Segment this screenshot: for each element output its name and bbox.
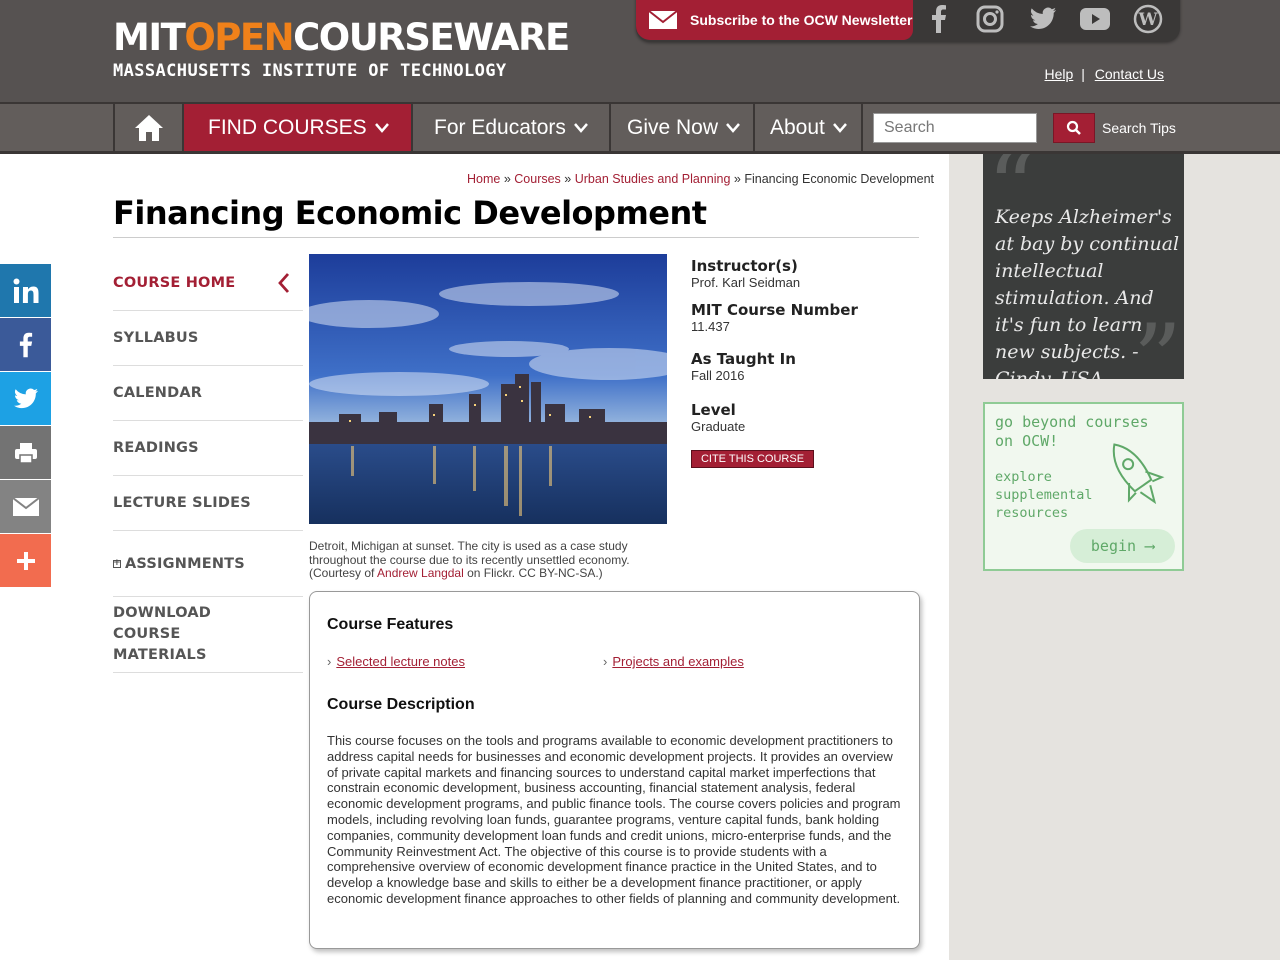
menu-item-assignments[interactable]: + ASSIGNMENTS bbox=[113, 531, 303, 597]
course-menu: COURSE HOME SYLLABUS CALENDAR READINGS L… bbox=[113, 256, 303, 673]
chevron-left-icon bbox=[278, 273, 290, 293]
youtube-icon[interactable] bbox=[1077, 2, 1113, 36]
ocw-logo[interactable]: MITOPENCOURSEWARE bbox=[113, 18, 570, 58]
menu-item-download-materials[interactable]: DOWNLOAD COURSE MATERIALS bbox=[113, 597, 303, 673]
level-label: Level bbox=[691, 401, 736, 419]
wordpress-icon[interactable]: W bbox=[1130, 2, 1166, 36]
email-icon bbox=[12, 497, 39, 516]
nav-about[interactable]: About bbox=[753, 104, 863, 151]
level-value: Graduate bbox=[691, 419, 746, 434]
instructor-label: Instructor(s) bbox=[691, 257, 798, 275]
nav-give-now[interactable]: Give Now bbox=[609, 104, 753, 151]
photographer-link[interactable]: Andrew Langdal bbox=[377, 566, 464, 580]
breadcrumb: Home » Courses » Urban Studies and Plann… bbox=[467, 172, 935, 186]
social-bar: Subscribe to the OCW Newsletter W bbox=[636, 0, 1180, 42]
feature-projects-link[interactable]: Projects and examples bbox=[603, 654, 744, 669]
taught-in-label: As Taught In bbox=[691, 350, 796, 368]
home-icon bbox=[134, 114, 163, 141]
plus-icon bbox=[16, 551, 35, 570]
course-image-detroit-skyline bbox=[309, 254, 667, 524]
share-email[interactable] bbox=[0, 480, 51, 533]
link-separator: | bbox=[1081, 66, 1085, 82]
linkedin-icon bbox=[13, 278, 38, 303]
cite-course-button[interactable]: CITE THIS COURSE bbox=[691, 450, 814, 468]
site-header: MITOPENCOURSEWARE MASSACHUSETTS INSTITUT… bbox=[0, 0, 1280, 102]
begin-button[interactable]: begin ⟶ bbox=[1070, 529, 1175, 563]
help-link[interactable]: Help bbox=[1045, 66, 1074, 82]
course-number-value: 11.437 bbox=[691, 319, 730, 334]
svg-text:W: W bbox=[1137, 10, 1158, 30]
close-quote-icon: ” bbox=[1133, 304, 1183, 379]
page-title: Financing Economic Development bbox=[113, 194, 707, 232]
twitter-icon bbox=[13, 388, 38, 408]
chevron-down-icon bbox=[374, 122, 389, 133]
menu-item-course-home[interactable]: COURSE HOME bbox=[113, 256, 303, 311]
help-links: Help | Contact Us bbox=[1045, 66, 1164, 82]
print-icon bbox=[14, 442, 37, 464]
course-features-heading: Course Features bbox=[327, 616, 454, 633]
chevron-down-icon bbox=[726, 122, 740, 133]
chevron-down-icon bbox=[573, 122, 588, 133]
search-icon bbox=[1066, 120, 1081, 135]
search-input[interactable] bbox=[873, 113, 1037, 143]
expand-icon[interactable]: + bbox=[113, 559, 121, 568]
chevron-down-icon bbox=[832, 122, 847, 133]
nav-for-educators[interactable]: For Educators bbox=[411, 104, 609, 151]
share-more[interactable] bbox=[0, 534, 51, 587]
image-caption: Detroit, Michigan at sunset. The city is… bbox=[309, 539, 630, 580]
breadcrumb-department[interactable]: Urban Studies and Planning bbox=[575, 172, 731, 186]
search-tips-link[interactable]: Search Tips bbox=[1102, 120, 1176, 136]
course-features-panel: Course Features Selected lecture notes P… bbox=[309, 591, 920, 949]
logo-subtitle: MASSACHUSETTS INSTITUTE OF TECHNOLOGY bbox=[113, 61, 507, 81]
menu-item-readings[interactable]: READINGS bbox=[113, 421, 303, 476]
taught-in-value: Fall 2016 bbox=[691, 368, 745, 383]
menu-item-syllabus[interactable]: SYLLABUS bbox=[113, 311, 303, 366]
breadcrumb-courses[interactable]: Courses bbox=[514, 172, 561, 186]
breadcrumb-home[interactable]: Home bbox=[467, 172, 500, 186]
share-facebook[interactable] bbox=[0, 318, 51, 371]
menu-item-lecture-slides[interactable]: LECTURE SLIDES bbox=[113, 476, 303, 531]
facebook-icon[interactable] bbox=[921, 2, 957, 36]
facebook-icon bbox=[19, 332, 32, 357]
right-rail: “ Keeps Alzheimer's at bay by continual … bbox=[949, 154, 1280, 960]
envelope-icon bbox=[648, 10, 678, 29]
newsletter-button[interactable]: Subscribe to the OCW Newsletter bbox=[636, 0, 913, 40]
instructor-value: Prof. Karl Seidman bbox=[691, 275, 801, 290]
home-button[interactable] bbox=[113, 104, 182, 151]
share-print[interactable] bbox=[0, 426, 51, 479]
share-twitter[interactable] bbox=[0, 372, 51, 425]
contact-us-link[interactable]: Contact Us bbox=[1095, 66, 1164, 82]
nav-find-courses[interactable]: FIND COURSES bbox=[182, 104, 411, 151]
feature-lecture-notes-link[interactable]: Selected lecture notes bbox=[327, 654, 465, 669]
course-number-label: MIT Course Number bbox=[691, 301, 858, 319]
course-description-heading: Course Description bbox=[327, 696, 475, 713]
share-linkedin[interactable] bbox=[0, 264, 51, 317]
title-divider bbox=[113, 237, 919, 238]
course-description: This course focuses on the tools and pro… bbox=[327, 733, 901, 906]
breadcrumb-current: Financing Economic Development bbox=[744, 172, 935, 186]
main-nav: FIND COURSES For Educators Give Now Abou… bbox=[0, 102, 1280, 154]
supplemental-resources-promo[interactable]: go beyond courses on OCW! explore supple… bbox=[983, 402, 1184, 571]
testimonial-quote[interactable]: “ Keeps Alzheimer's at bay by continual … bbox=[983, 154, 1184, 379]
twitter-icon[interactable] bbox=[1025, 2, 1061, 36]
search-button[interactable] bbox=[1053, 113, 1095, 143]
menu-item-calendar[interactable]: CALENDAR bbox=[113, 366, 303, 421]
instagram-icon[interactable] bbox=[972, 2, 1008, 36]
